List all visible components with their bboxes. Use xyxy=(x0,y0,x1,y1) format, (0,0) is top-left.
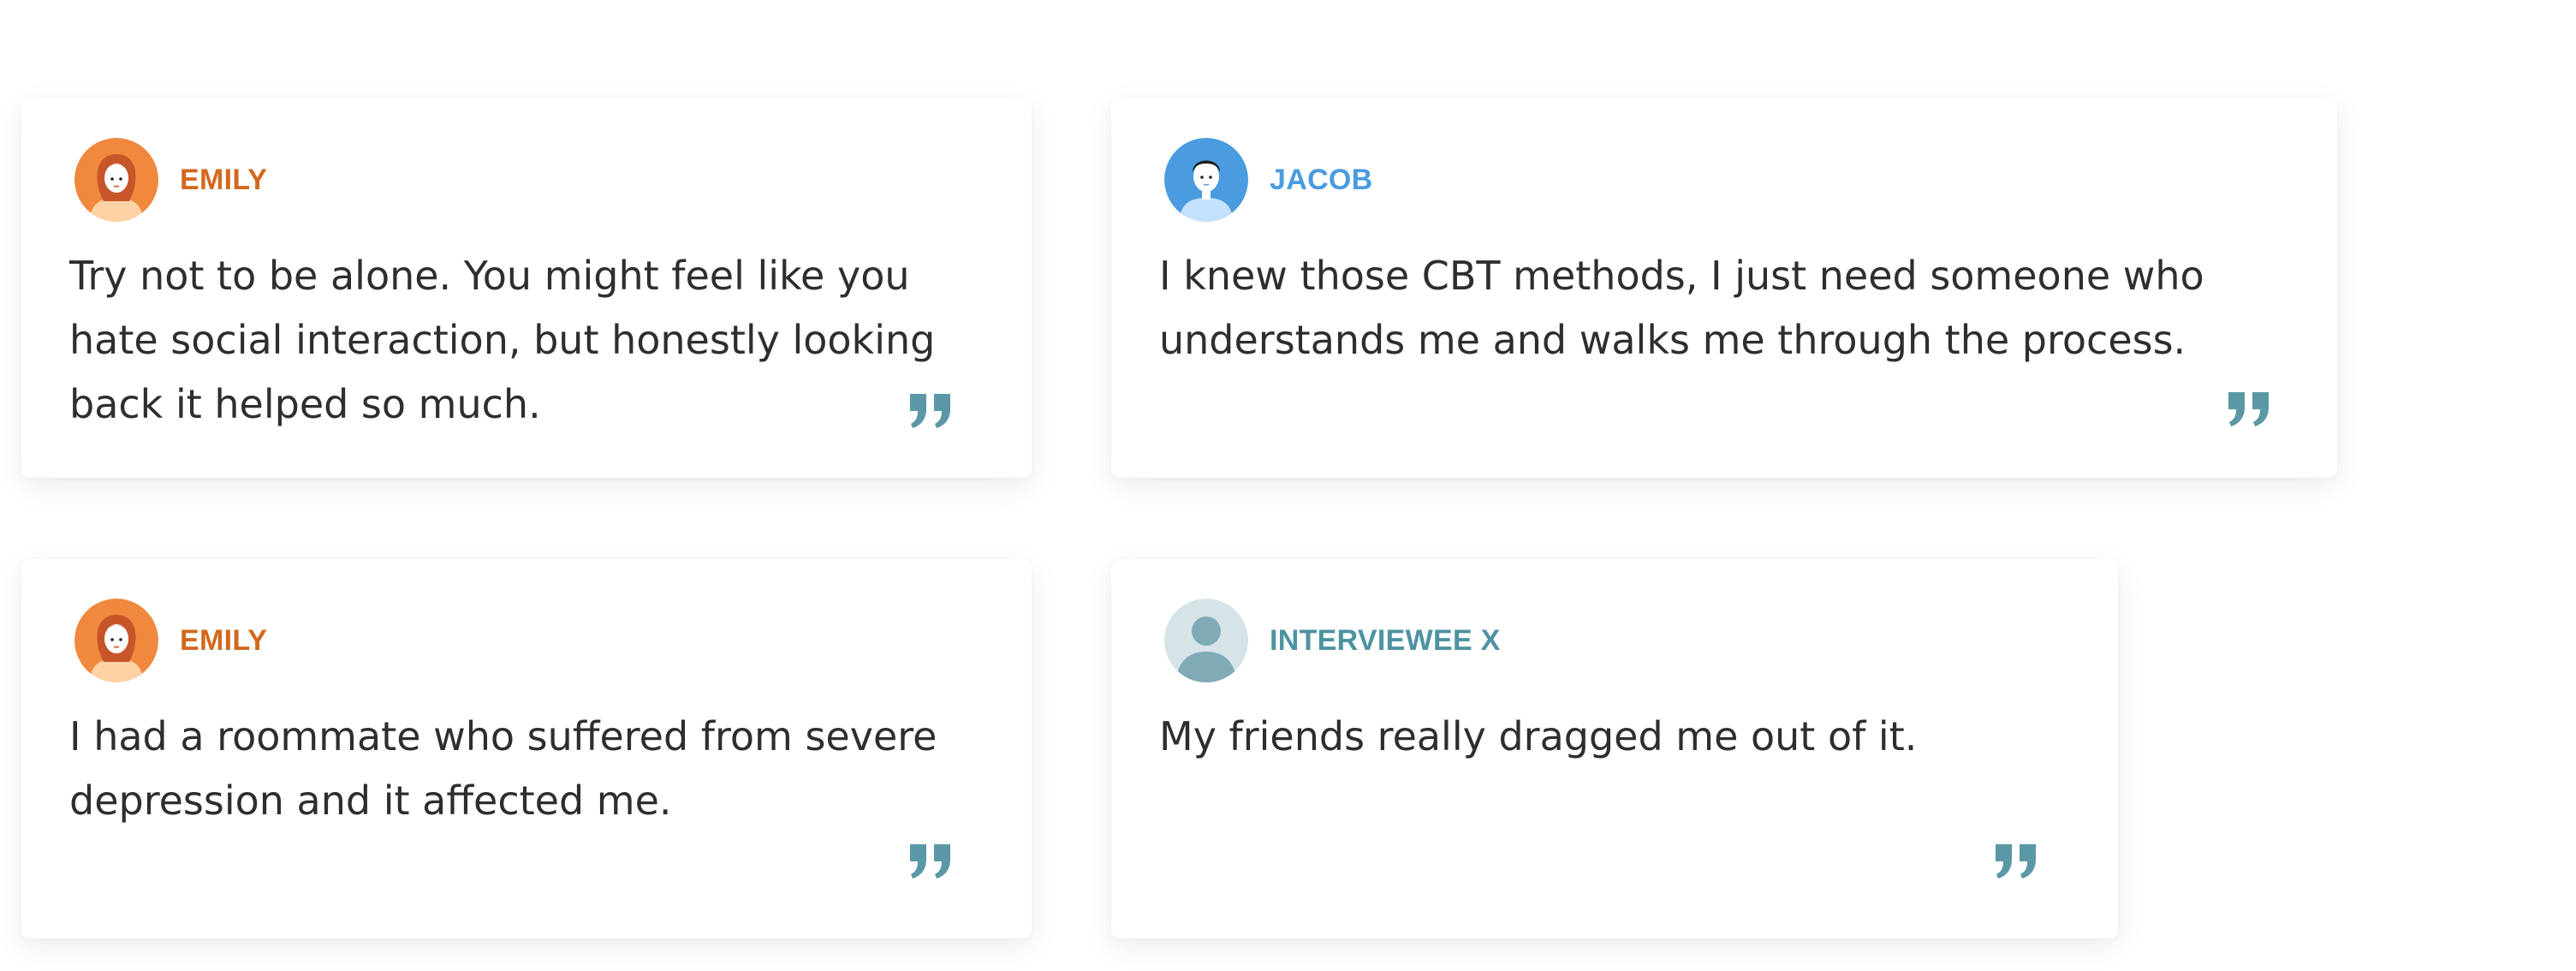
closing-quote-icon xyxy=(907,392,954,428)
author-name: EMILY xyxy=(180,163,268,196)
male-avatar-icon xyxy=(1164,138,1248,222)
closing-quote-icon xyxy=(2226,390,2272,426)
author-name: INTERVIEWEE X xyxy=(1270,623,1501,657)
testimonial-card: INTERVIEWEE X My friends really dragged … xyxy=(1111,559,2118,938)
anonymous-user-icon xyxy=(1164,599,1248,682)
testimonial-card: EMILY I had a roommate who suffered from… xyxy=(21,559,1032,938)
female-avatar-icon xyxy=(74,138,158,222)
testimonial-quote: My friends really dragged me out of it. xyxy=(1159,713,1918,760)
author-name: EMILY xyxy=(180,623,268,657)
testimonial-quote: I knew those CBT methods, I just need so… xyxy=(1159,253,2204,363)
card-header: JACOB xyxy=(1164,138,1373,222)
closing-quote-icon xyxy=(1993,843,2039,879)
author-name: JACOB xyxy=(1270,163,1373,196)
card-header: EMILY xyxy=(74,599,267,682)
testimonial-card: EMILY Try not to be alone. You might fee… xyxy=(21,98,1032,478)
closing-quote-icon xyxy=(907,843,954,879)
testimonial-quote: Try not to be alone. You might feel like… xyxy=(69,253,936,427)
card-header: EMILY xyxy=(74,138,267,222)
testimonial-quote: I had a roommate who suffered from sever… xyxy=(69,713,937,824)
card-header: INTERVIEWEE X xyxy=(1164,599,1501,682)
female-avatar-icon xyxy=(74,599,158,682)
testimonial-card: JACOB I knew those CBT methods, I just n… xyxy=(1111,98,2337,478)
